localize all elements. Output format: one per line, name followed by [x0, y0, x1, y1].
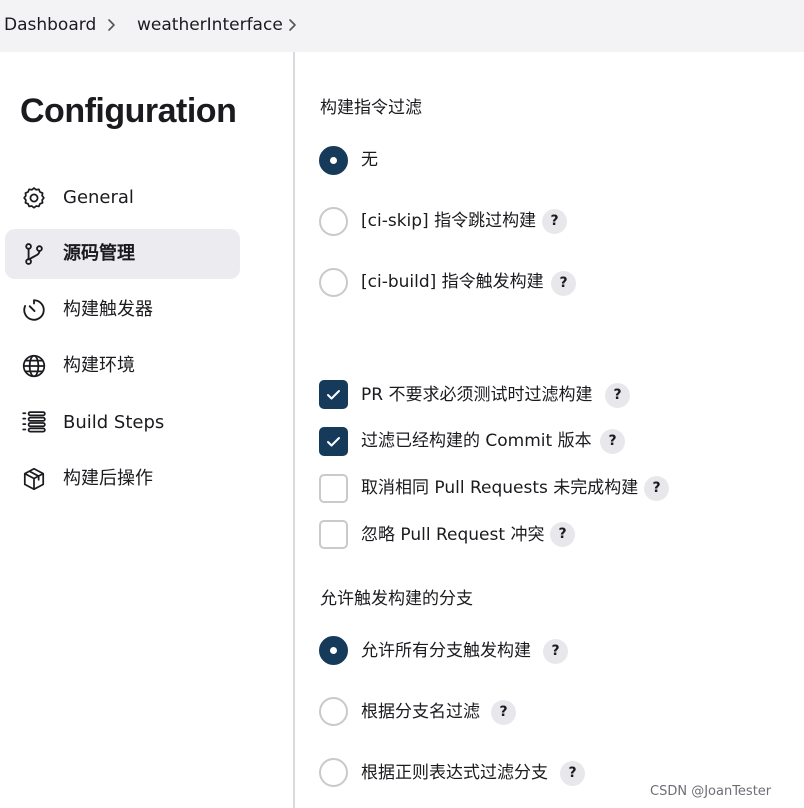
section-title-build-filter: 构建指令过滤: [320, 98, 422, 118]
section-title-allowed-branches: 允许触发构建的分支: [320, 589, 473, 609]
radio-branch-all-label[interactable]: 允许所有分支触发构建: [361, 640, 531, 662]
checkbox-cancel-same-pr-label[interactable]: 取消相同 Pull Requests 未完成构建: [361, 477, 638, 499]
help-icon[interactable]: ?: [644, 476, 669, 501]
sidebar-item-build-steps[interactable]: Build Steps: [5, 398, 240, 448]
sidebar-item-general[interactable]: General: [5, 173, 240, 223]
sidebar-item-label: Build Steps: [63, 412, 165, 433]
gear-icon: [21, 185, 47, 211]
sidebar-item-label: General: [63, 187, 134, 208]
help-icon[interactable]: ?: [542, 209, 567, 234]
radio-branch-by-name-label[interactable]: 根据分支名过滤: [361, 701, 480, 723]
sidebar-divider: [293, 52, 295, 808]
sidebar-item-label: 构建环境: [63, 355, 135, 376]
radio-branch-all[interactable]: [319, 636, 348, 665]
radio-filter-none-label[interactable]: 无: [361, 149, 378, 171]
checkbox-filter-built-commit-label[interactable]: 过滤已经构建的 Commit 版本: [361, 430, 592, 452]
sidebar-item-post-build-actions[interactable]: 构建后操作: [5, 454, 240, 504]
help-icon[interactable]: ?: [600, 429, 625, 454]
timer-icon: [21, 297, 47, 323]
sidebar-item-label: 源码管理: [63, 243, 135, 264]
help-icon[interactable]: ?: [551, 271, 576, 296]
checkbox-ignore-pr-conflict[interactable]: [319, 520, 348, 549]
checkbox-ignore-pr-conflict-label[interactable]: 忽略 Pull Request 冲突: [361, 524, 544, 546]
radio-branch-by-name[interactable]: [319, 697, 348, 726]
globe-icon: [21, 353, 47, 379]
radio-filter-ci-skip-label[interactable]: [ci-skip] 指令跳过构建: [361, 210, 536, 232]
sidebar-item-label: 构建后操作: [63, 468, 153, 489]
checkbox-pr-filter-label[interactable]: PR 不要求必须测试时过滤构建: [361, 384, 592, 406]
help-icon[interactable]: ?: [560, 761, 585, 786]
radio-branch-by-regex[interactable]: [319, 758, 348, 787]
help-icon[interactable]: ?: [550, 522, 575, 547]
checkbox-filter-built-commit[interactable]: [319, 427, 348, 456]
source-branch-icon: [21, 241, 47, 267]
breadcrumb-job-link[interactable]: weatherInterface: [137, 14, 283, 36]
help-icon[interactable]: ?: [543, 639, 568, 664]
page-title: Configuration: [20, 92, 237, 130]
sidebar-item-build-environment[interactable]: 构建环境: [5, 341, 240, 391]
breadcrumb-dashboard-link[interactable]: Dashboard: [4, 14, 96, 36]
radio-filter-ci-build-label[interactable]: [ci-build] 指令触发构建: [361, 271, 544, 293]
sidebar-item-label: 构建触发器: [63, 299, 153, 320]
chevron-right-icon[interactable]: [106, 15, 118, 35]
checkmark-icon: [327, 437, 340, 447]
radio-filter-none[interactable]: [319, 146, 348, 175]
help-icon[interactable]: ?: [491, 700, 516, 725]
watermark: CSDN @JoanTester: [650, 784, 772, 799]
breadcrumb-bar: Dashboard weatherInterface: [0, 0, 804, 52]
radio-filter-ci-build[interactable]: [319, 268, 348, 297]
checkmark-icon: [327, 390, 340, 400]
package-icon: [21, 466, 47, 492]
list-icon: [21, 410, 47, 436]
sidebar-item-source-code[interactable]: 源码管理: [5, 229, 240, 279]
radio-branch-by-regex-label[interactable]: 根据正则表达式过滤分支: [361, 762, 548, 784]
checkbox-pr-filter[interactable]: [319, 380, 348, 409]
chevron-right-icon[interactable]: [287, 15, 299, 35]
help-icon[interactable]: ?: [605, 383, 630, 408]
checkbox-cancel-same-pr[interactable]: [319, 474, 348, 503]
radio-filter-ci-skip[interactable]: [319, 207, 348, 236]
sidebar-item-build-triggers[interactable]: 构建触发器: [5, 285, 240, 335]
